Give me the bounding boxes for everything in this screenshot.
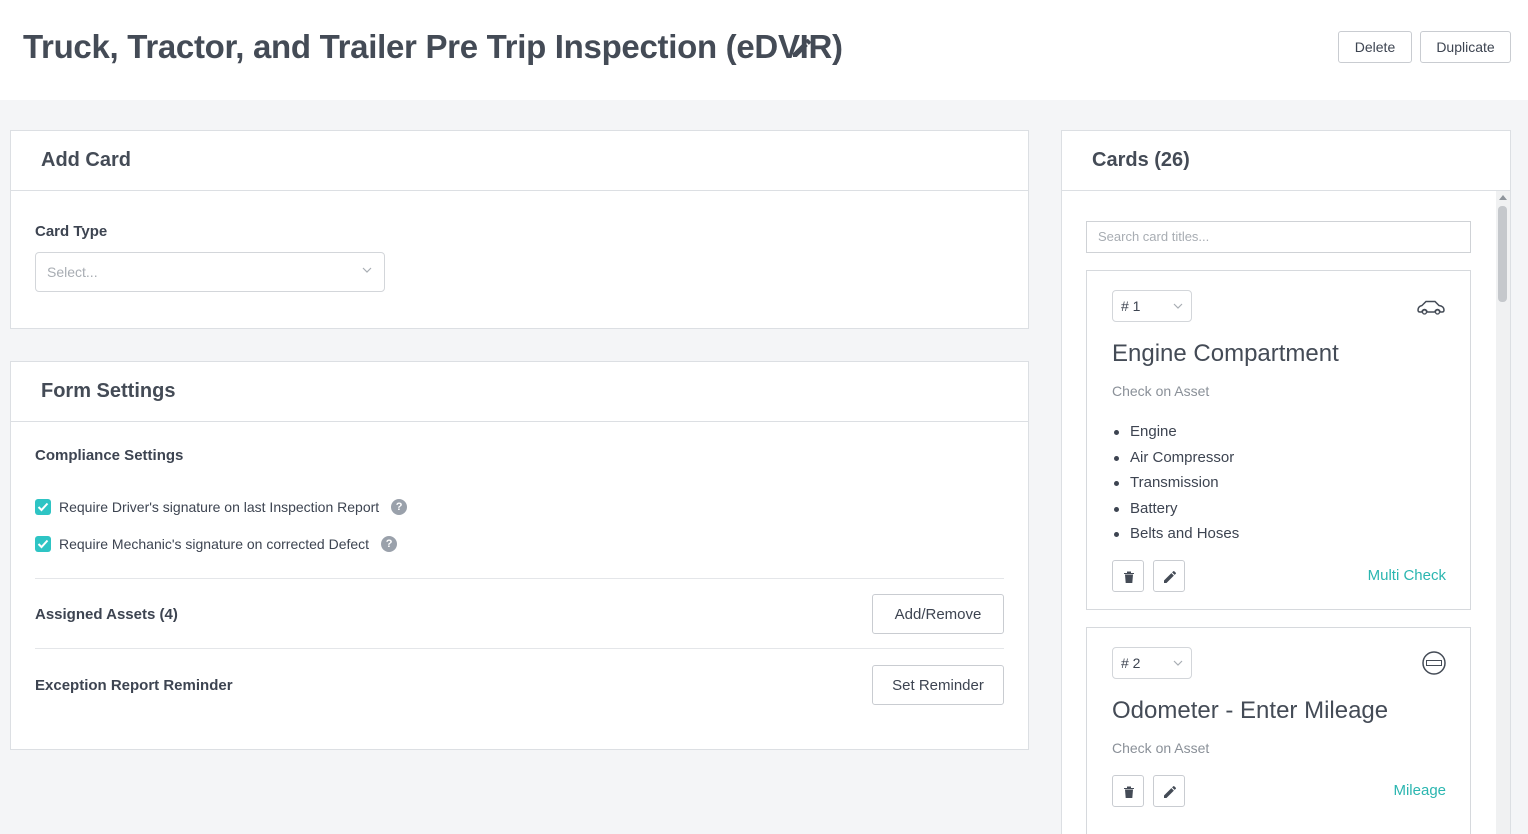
pencil-icon: [1164, 785, 1177, 798]
mechanic-signature-row: Require Mechanic's signature on correcte…: [35, 535, 398, 553]
cards-scrollbar[interactable]: [1496, 191, 1510, 834]
list-item: Transmission: [1112, 472, 1239, 498]
card-type-label: Mileage: [1393, 782, 1446, 799]
delete-button[interactable]: Delete: [1338, 31, 1412, 63]
driver-signature-row: Require Driver's signature on last Inspe…: [35, 498, 408, 516]
chevron-down-icon: [1173, 660, 1183, 666]
trash-icon: [1124, 571, 1134, 583]
cards-panel: Cards (26) Search card titles... # 1 Eng…: [1061, 130, 1511, 834]
assigned-assets-label: Assigned Assets (4): [35, 606, 178, 623]
card-type-label: Multi Check: [1367, 567, 1446, 584]
help-icon[interactable]: ?: [391, 499, 408, 515]
card-type-label: Card Type: [35, 223, 108, 240]
card-number-select[interactable]: # 2: [1112, 647, 1192, 679]
list-item: Battery: [1112, 498, 1239, 524]
card-number: # 1: [1121, 298, 1141, 314]
cards-heading: Cards (26): [1062, 131, 1510, 191]
list-item: Air Compressor: [1112, 447, 1239, 473]
driver-signature-checkbox[interactable]: [35, 499, 51, 515]
chevron-down-icon: [362, 267, 372, 273]
delete-card-button[interactable]: [1112, 775, 1144, 807]
exception-report-label: Exception Report Reminder: [35, 677, 233, 694]
form-settings-heading: Form Settings: [11, 362, 1028, 422]
mechanic-signature-label: Require Mechanic's signature on correcte…: [59, 536, 370, 552]
card-item: # 1 Engine Compartment Check on Asset En…: [1086, 270, 1471, 610]
add-card-panel: Add Card Card Type Select...: [10, 130, 1029, 329]
driver-signature-label: Require Driver's signature on last Inspe…: [59, 499, 380, 515]
divider: [35, 578, 1004, 579]
list-item: Engine: [1112, 421, 1239, 447]
card-title: Engine Compartment: [1112, 340, 1339, 367]
card-item: # 2 Odometer - Enter Mileage Check on As…: [1086, 627, 1471, 834]
duplicate-button[interactable]: Duplicate: [1420, 31, 1511, 63]
card-title: Odometer - Enter Mileage: [1112, 697, 1389, 724]
card-subtitle: Check on Asset: [1112, 740, 1210, 756]
edit-title-icon[interactable]: [790, 36, 814, 60]
form-settings-panel: Form Settings Compliance Settings Requir…: [10, 361, 1029, 750]
card-type-select[interactable]: Select...: [35, 252, 385, 292]
card-checklist: Engine Air Compressor Transmission Batte…: [1112, 421, 1239, 549]
page-header: Truck, Tractor, and Trailer Pre Trip Ins…: [0, 0, 1528, 100]
edit-card-button[interactable]: [1153, 775, 1185, 807]
card-number-select[interactable]: # 1: [1112, 290, 1192, 322]
divider: [35, 648, 1004, 649]
help-icon[interactable]: ?: [381, 536, 398, 552]
chevron-down-icon: [1173, 303, 1183, 309]
odometer-icon: [1422, 651, 1446, 675]
card-search-placeholder: Search card titles...: [1098, 229, 1210, 244]
car-icon: [1417, 300, 1445, 315]
card-type-placeholder: Select...: [47, 264, 98, 280]
scrollbar-thumb[interactable]: [1498, 206, 1507, 302]
scroll-up-arrow-icon[interactable]: [1499, 195, 1507, 200]
delete-card-button[interactable]: [1112, 560, 1144, 592]
list-item: Belts and Hoses: [1112, 523, 1239, 549]
add-card-heading: Add Card: [11, 131, 1028, 191]
set-reminder-button[interactable]: Set Reminder: [872, 665, 1004, 705]
card-search-input[interactable]: Search card titles...: [1086, 221, 1471, 253]
mechanic-signature-checkbox[interactable]: [35, 536, 51, 552]
add-remove-button[interactable]: Add/Remove: [872, 594, 1004, 634]
trash-icon: [1124, 786, 1134, 798]
edit-card-button[interactable]: [1153, 560, 1185, 592]
card-number: # 2: [1121, 655, 1141, 671]
pencil-icon: [1164, 570, 1177, 583]
page-title: Truck, Tractor, and Trailer Pre Trip Ins…: [23, 28, 843, 65]
compliance-settings-label: Compliance Settings: [35, 447, 184, 464]
card-subtitle: Check on Asset: [1112, 383, 1210, 399]
